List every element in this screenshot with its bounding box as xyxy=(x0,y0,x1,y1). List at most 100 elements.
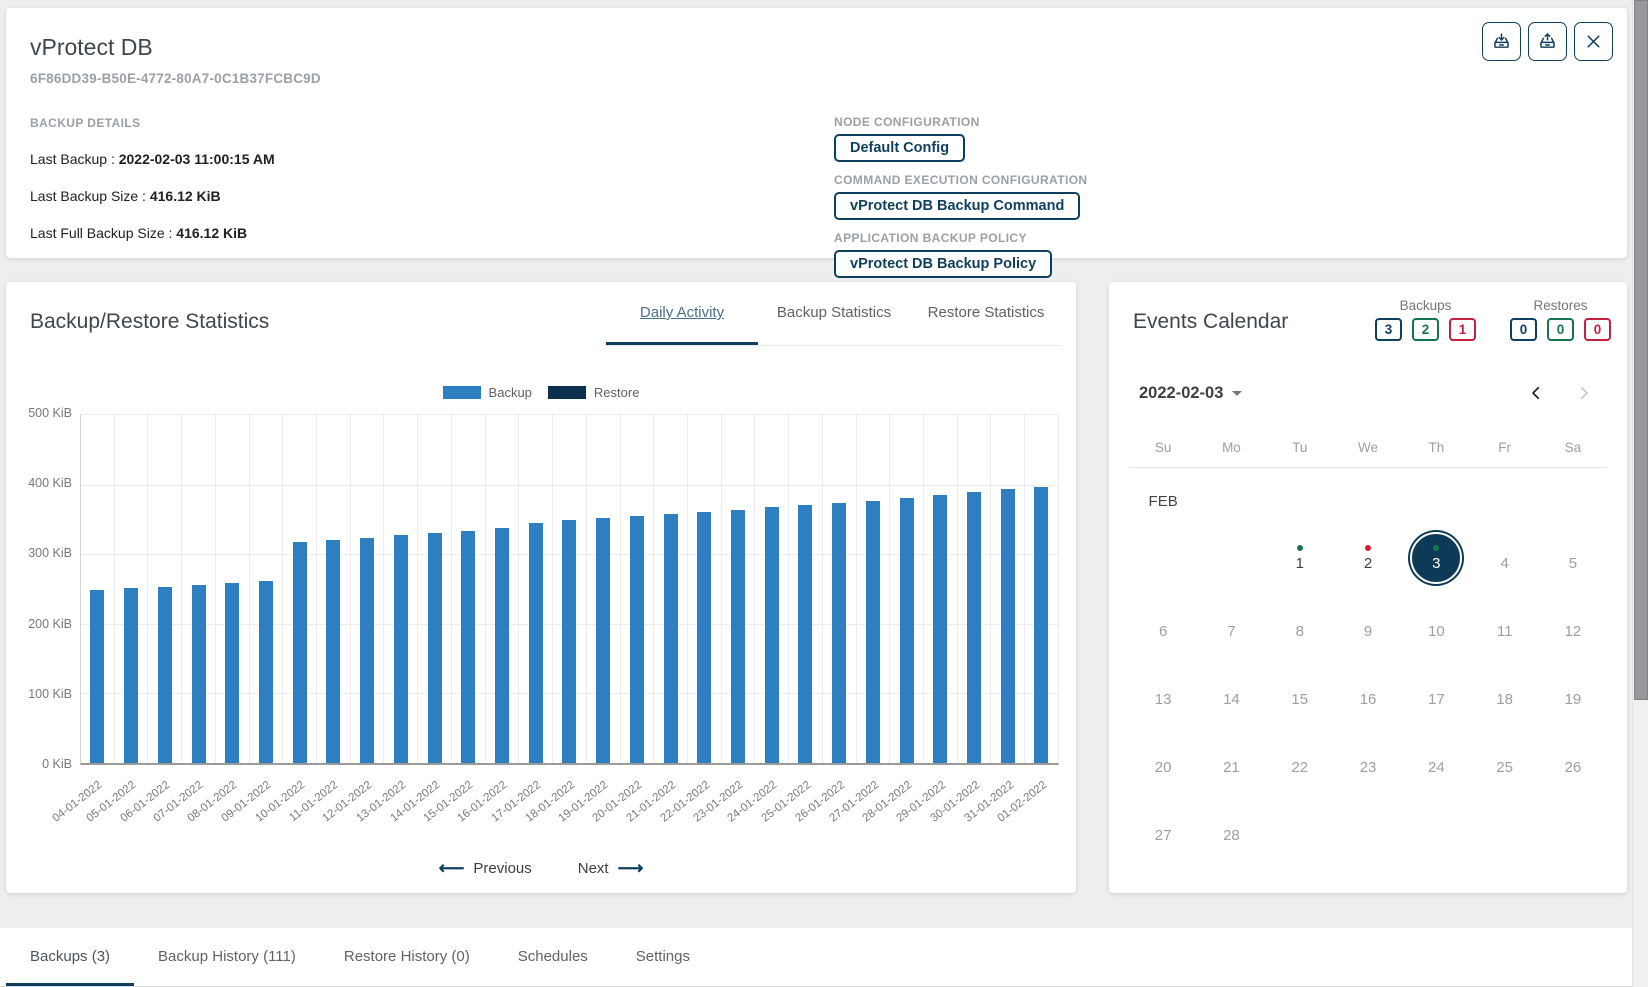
dot-spacer xyxy=(1433,613,1439,619)
bar-slot xyxy=(990,415,1024,763)
scrollbar-thumb[interactable] xyxy=(1634,0,1648,700)
bar-27-01-2022[interactable] xyxy=(866,501,880,763)
day-cell-5[interactable]: 5 xyxy=(1539,524,1607,592)
dot-spacer xyxy=(1570,613,1576,619)
day-cell-25[interactable]: 25 xyxy=(1470,728,1538,796)
dot-spacer xyxy=(1297,613,1303,619)
bar-19-01-2022[interactable] xyxy=(596,518,610,763)
bar-18-01-2022[interactable] xyxy=(562,520,576,763)
bar-24-01-2022[interactable] xyxy=(765,507,779,763)
day-cell-8[interactable]: 8 xyxy=(1266,592,1334,660)
dot-spacer xyxy=(1297,681,1303,687)
day-number: 26 xyxy=(1565,759,1582,776)
day-cell-15[interactable]: 15 xyxy=(1266,660,1334,728)
bar-08-01-2022[interactable] xyxy=(225,583,239,763)
tab-settings[interactable]: Settings xyxy=(612,928,714,986)
day-cell-10[interactable]: 10 xyxy=(1402,592,1470,660)
prev-month-button[interactable] xyxy=(1523,380,1549,406)
bar-10-01-2022[interactable] xyxy=(293,542,307,763)
tab-restore-statistics[interactable]: Restore Statistics xyxy=(910,282,1062,345)
page-scrollbar[interactable] xyxy=(1632,0,1648,987)
previous-button[interactable]: ⟵ Previous xyxy=(439,858,532,879)
bar-29-01-2022[interactable] xyxy=(933,495,947,763)
day-cell-17[interactable]: 17 xyxy=(1402,660,1470,728)
tab-backup-statistics[interactable]: Backup Statistics xyxy=(758,282,910,345)
day-cell-11[interactable]: 11 xyxy=(1470,592,1538,660)
day-cell-7[interactable]: 7 xyxy=(1197,592,1265,660)
day-cell-4[interactable]: 4 xyxy=(1470,524,1538,592)
tab-daily-activity[interactable]: Daily Activity xyxy=(606,282,758,345)
day-cell-23[interactable]: 23 xyxy=(1334,728,1402,796)
restore-button[interactable] xyxy=(1528,22,1567,61)
day-number: 1 xyxy=(1296,555,1304,572)
bar-14-01-2022[interactable] xyxy=(428,533,442,763)
calendar-title: Events Calendar xyxy=(1133,310,1288,334)
tab-backups-3[interactable]: Backups (3) xyxy=(6,928,134,986)
tab-restore-history-0[interactable]: Restore History (0) xyxy=(320,928,494,986)
next-button[interactable]: Next ⟶ xyxy=(578,858,644,879)
default-config-button[interactable]: Default Config xyxy=(834,134,965,162)
dot-spacer xyxy=(1433,749,1439,755)
next-label: Next xyxy=(578,860,609,877)
bar-01-02-2022[interactable] xyxy=(1034,487,1048,763)
day-cell-18[interactable]: 18 xyxy=(1470,660,1538,728)
bar-slot xyxy=(114,415,148,763)
bar-25-01-2022[interactable] xyxy=(798,505,812,763)
day-cell-24[interactable]: 24 xyxy=(1402,728,1470,796)
day-cell-1[interactable]: 1 xyxy=(1266,524,1334,592)
day-header-we: We xyxy=(1334,440,1402,455)
detail-value: 416.12 KiB xyxy=(176,225,247,241)
bar-slot xyxy=(653,415,687,763)
bar-slot xyxy=(923,415,957,763)
bar-31-01-2022[interactable] xyxy=(1001,489,1015,763)
bar-21-01-2022[interactable] xyxy=(664,514,678,763)
bar-05-01-2022[interactable] xyxy=(124,588,138,763)
day-cell-22[interactable]: 22 xyxy=(1266,728,1334,796)
chart-x-axis-labels: 04-01-202205-01-202206-01-202207-01-2022… xyxy=(80,771,1059,837)
day-number: 27 xyxy=(1155,827,1172,844)
day-cell-28[interactable]: 28 xyxy=(1197,796,1265,864)
day-cell-26[interactable]: 26 xyxy=(1539,728,1607,796)
page-title: vProtect DB xyxy=(30,34,1603,61)
selected-day[interactable]: 3 xyxy=(1410,532,1462,584)
app-uuid: 6F86DD39-B50E-4772-80A7-0C1B37FCBC9D xyxy=(30,71,1603,86)
day-cell-6[interactable]: 6 xyxy=(1129,592,1197,660)
bar-07-01-2022[interactable] xyxy=(192,585,206,763)
vprotect-db-backup-command-button[interactable]: vProtect DB Backup Command xyxy=(834,192,1080,220)
date-selector[interactable]: 2022-02-03 xyxy=(1139,384,1242,403)
day-cell-20[interactable]: 20 xyxy=(1129,728,1197,796)
bar-09-01-2022[interactable] xyxy=(259,581,273,763)
day-cell-9[interactable]: 9 xyxy=(1334,592,1402,660)
day-cell-21[interactable]: 21 xyxy=(1197,728,1265,796)
day-cell-27[interactable]: 27 xyxy=(1129,796,1197,864)
day-cell-16[interactable]: 16 xyxy=(1334,660,1402,728)
calendar-week-row: 202122232425 26 xyxy=(1129,728,1607,796)
bar-26-01-2022[interactable] xyxy=(832,503,846,763)
bar-06-01-2022[interactable] xyxy=(158,587,172,763)
bar-22-01-2022[interactable] xyxy=(697,512,711,763)
bar-28-01-2022[interactable] xyxy=(900,498,914,763)
day-cell-12[interactable]: 12 xyxy=(1539,592,1607,660)
day-cell-3: 3 xyxy=(1402,524,1470,592)
bar-30-01-2022[interactable] xyxy=(967,492,981,763)
bar-16-01-2022[interactable] xyxy=(495,528,509,763)
day-cell-14[interactable]: 14 xyxy=(1197,660,1265,728)
bar-23-01-2022[interactable] xyxy=(731,510,745,763)
bar-12-01-2022[interactable] xyxy=(360,538,374,764)
bar-13-01-2022[interactable] xyxy=(394,535,408,763)
day-number: 9 xyxy=(1364,623,1372,640)
day-cell-19[interactable]: 19 xyxy=(1539,660,1607,728)
tab-schedules[interactable]: Schedules xyxy=(494,928,612,986)
tab-backup-history-111[interactable]: Backup History (111) xyxy=(134,928,320,986)
close-button[interactable] xyxy=(1574,22,1613,61)
bar-17-01-2022[interactable] xyxy=(529,523,543,763)
bar-15-01-2022[interactable] xyxy=(461,531,475,763)
vprotect-db-backup-policy-button[interactable]: vProtect DB Backup Policy xyxy=(834,250,1052,278)
dot-spacer xyxy=(1228,817,1234,823)
bar-11-01-2022[interactable] xyxy=(326,540,340,763)
backup-button[interactable] xyxy=(1482,22,1521,61)
day-cell-2[interactable]: 2 xyxy=(1334,524,1402,592)
bar-20-01-2022[interactable] xyxy=(630,516,644,763)
bar-04-01-2022[interactable] xyxy=(90,590,104,763)
day-cell-13[interactable]: 13 xyxy=(1129,660,1197,728)
